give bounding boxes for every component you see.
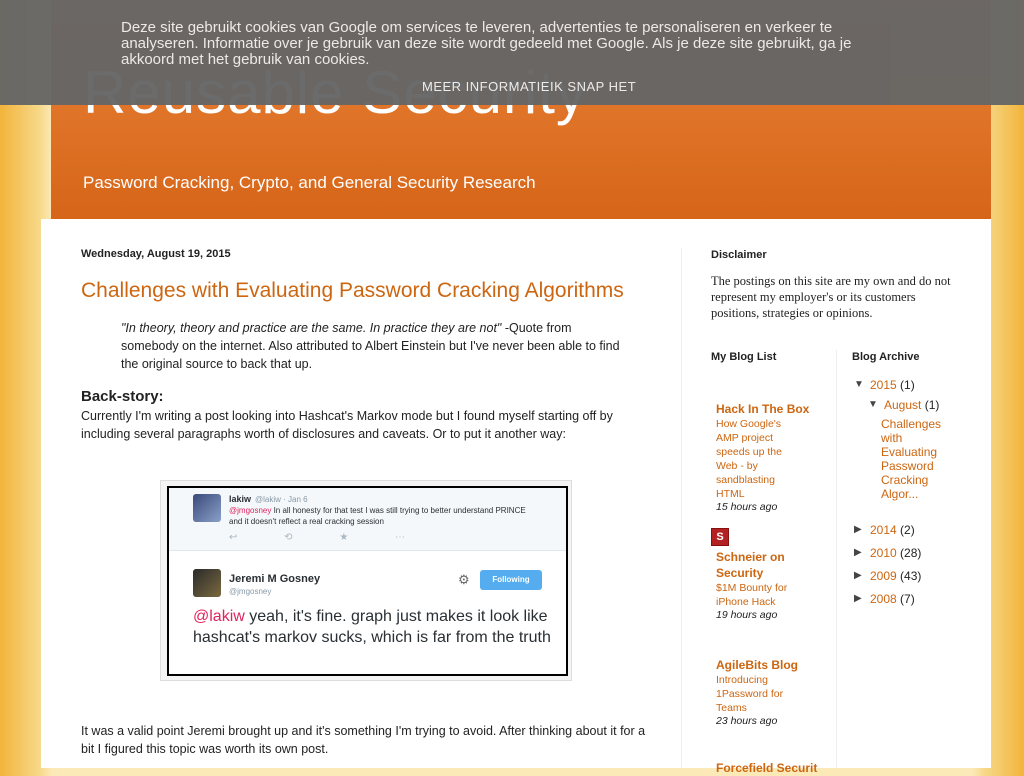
reply-mention: @jmgosney [229,506,272,515]
blog-list-time: 19 hours ago [716,609,778,621]
archive-year-row: 2009 (43) [870,568,921,584]
archive-count: (43) [900,569,922,583]
cookie-banner: Deze site gebruikt cookies van Google om… [0,0,1024,105]
disclaimer-text: The postings on this site are my own and… [711,274,951,320]
archive-year-row: 2014 (2) [870,522,915,538]
main-body: yeah, it's fine. graph just makes it loo… [193,608,551,646]
blog-list-title[interactable]: Schneier on Security [716,549,806,581]
main-author-name: Jeremi M Gosney [229,573,321,585]
archive-month-august: August (1) [884,397,939,413]
tweet-screenshot: lakiw @lakiw · Jan 6 @jmgosney In all ho… [160,480,572,681]
archive-count: (7) [900,592,915,606]
archive-year-link[interactable]: 2008 [870,592,897,606]
more-info-button[interactable]: MEER INFORMATIE [422,79,550,94]
expand-triangle-icon[interactable]: ▶ [854,570,862,581]
blog-list-post[interactable]: $1M Bounty for iPhone Hack [716,581,801,609]
jmgosney-avatar [193,569,221,597]
post-date: Wednesday, August 19, 2015 [81,248,231,260]
sidebar-column-divider [836,350,837,768]
archive-count: (1) [900,378,915,392]
archive-year-2015: 2015 (1) [870,377,915,393]
schneier-favicon-icon: S [711,528,729,546]
quote-italic: "In theory, theory and practice are the … [121,321,502,335]
main-author-handle: @jmgosney [229,587,272,596]
expand-triangle-icon[interactable]: ▶ [854,547,862,558]
archive-month-link[interactable]: August [884,398,921,412]
blog-list-post[interactable]: How Google's AMP project speeds up the W… [716,417,801,501]
reply-body: In all honesty for that test I was still… [229,506,526,526]
blog-list-time: 23 hours ago [716,715,778,727]
archive-year-link[interactable]: 2014 [870,523,897,537]
collapse-triangle-icon[interactable]: ▼ [854,379,864,390]
sidebar-divider [681,248,682,768]
archive-year-row: 2010 (28) [870,545,921,561]
archive-count: (2) [900,523,915,537]
blog-list-title[interactable]: Hack In The Box [716,401,809,417]
reply-text: @jmgosney In all honesty for that test I… [229,505,539,527]
tweet-actions-icons: ↩ ⟲ ★ ⋯ [229,532,428,543]
main-tweet-text: @lakiw yeah, it's fine. graph just makes… [193,606,553,648]
archive-count: (1) [924,398,940,412]
blog-list-time: 15 hours ago [716,501,778,513]
archive-count: (28) [900,546,922,560]
collapse-triangle-icon[interactable]: ▼ [868,399,878,410]
expand-triangle-icon[interactable]: ▶ [854,593,862,604]
following-button: Following [480,570,542,590]
blog-archive-heading: Blog Archive [852,351,920,363]
archive-year-row: 2008 (7) [870,591,915,607]
blog-description: Password Cracking, Crypto, and General S… [83,173,536,192]
tweet-card: lakiw @lakiw · Jan 6 @jmgosney In all ho… [167,486,568,676]
blog-list-post[interactable]: Introducing 1Password for Teams [716,673,801,715]
backstory-heading: Back-story: [81,388,164,405]
post-quote: "In theory, theory and practice are the … [121,319,621,373]
after-paragraph: It was a valid point Jeremi brought up a… [81,724,646,756]
disclaimer-heading: Disclaimer [711,249,767,261]
archive-year-link[interactable]: 2015 [870,378,897,392]
post-title[interactable]: Challenges with Evaluating Password Crac… [81,279,624,303]
blog-list-title[interactable]: AgileBits Blog [716,657,798,673]
reply-tweet: lakiw @lakiw · Jan 6 @jmgosney In all ho… [169,488,566,551]
lakiw-avatar [193,494,221,522]
expand-triangle-icon[interactable]: ▶ [854,524,862,535]
gear-icon: ⚙ [458,572,470,587]
reply-author-handle: @lakiw · Jan 6 [255,495,308,504]
backstory-paragraph: Currently I'm writing a post looking int… [81,409,613,441]
blog-list-heading: My Blog List [711,351,777,363]
archive-year-link[interactable]: 2009 [870,569,897,583]
main-mention: @lakiw [193,608,245,625]
archive-year-link[interactable]: 2010 [870,546,897,560]
archive-post-link[interactable]: Challenges with Evaluating Password Crac… [881,417,961,501]
reply-author-name: lakiw [229,494,252,504]
cookie-notice-text: Deze site gebruikt cookies van Google om… [121,19,852,68]
accept-cookies-button[interactable]: IK SNAP HET [550,79,636,94]
blog-list-title[interactable]: Forcefield Securit [716,760,817,776]
